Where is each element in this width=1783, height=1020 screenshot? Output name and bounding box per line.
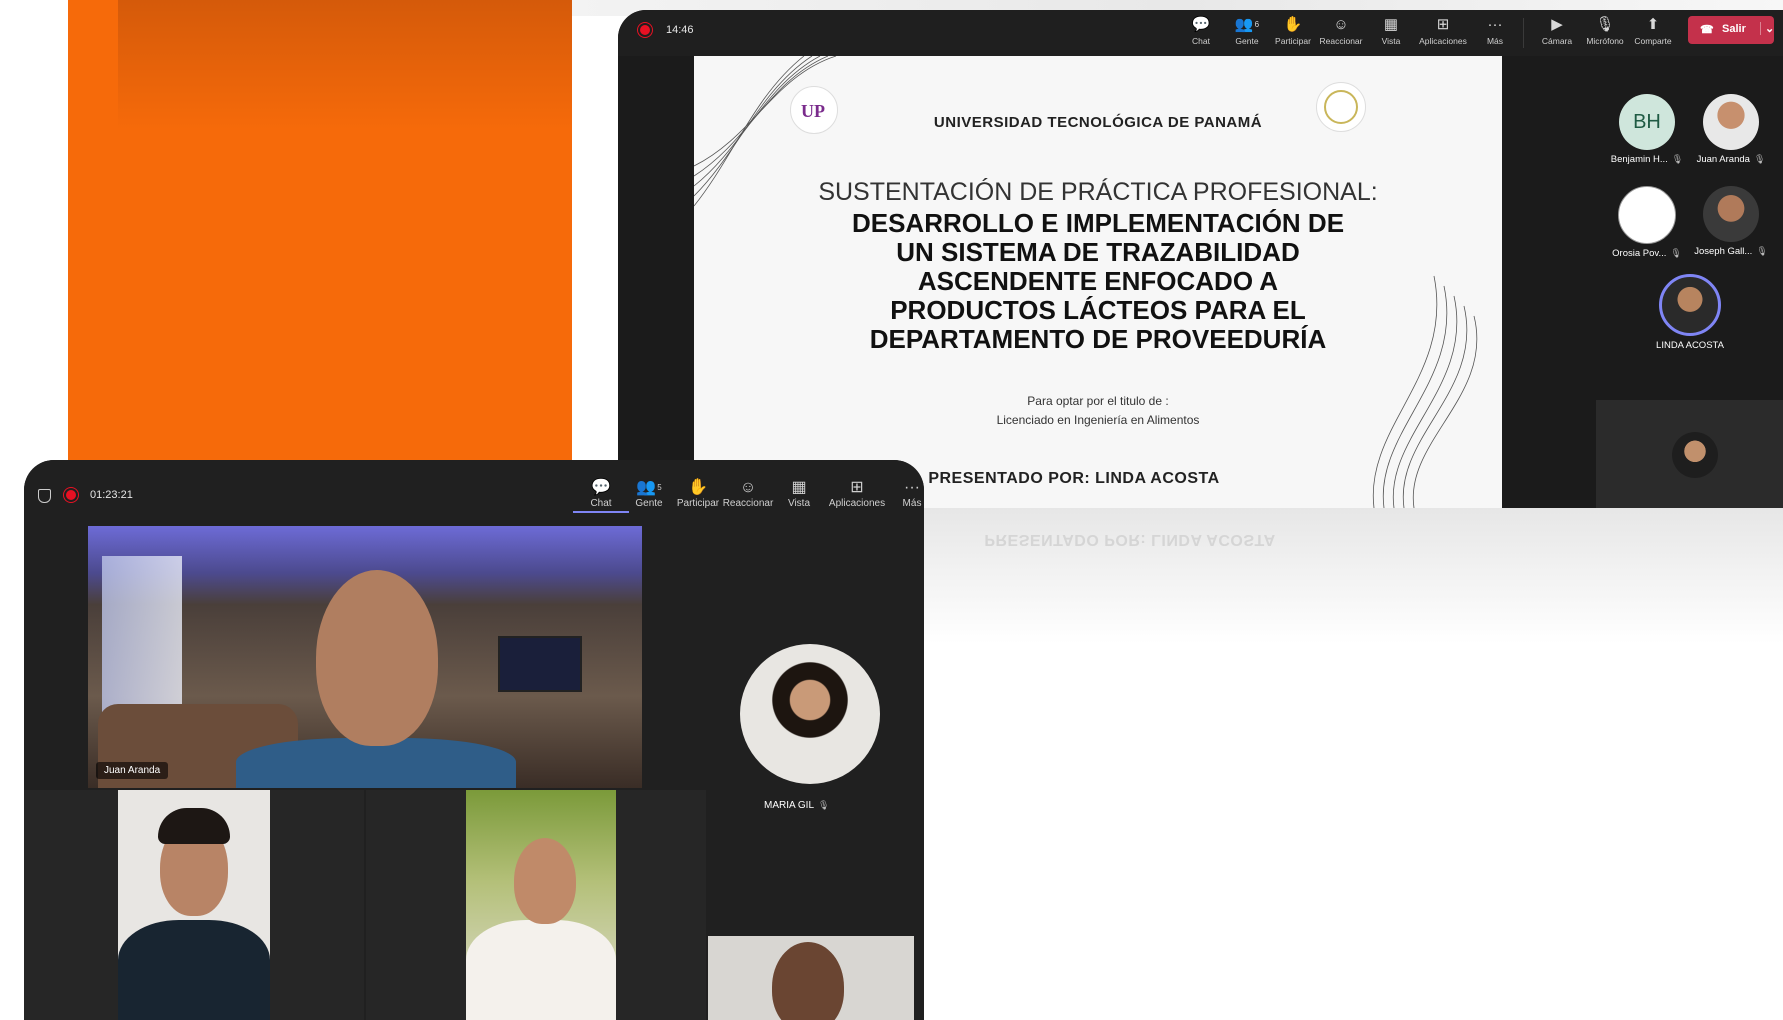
meeting-timer: 01:23:21 bbox=[90, 489, 133, 501]
mic-off-icon: 🎙 bbox=[818, 800, 830, 810]
person-body bbox=[466, 920, 616, 1020]
person-head bbox=[316, 570, 438, 746]
leave-button[interactable]: ☎ Salir ⌄ bbox=[1688, 16, 1774, 44]
participant-name-tag: Juan Aranda bbox=[96, 762, 169, 779]
video-tile[interactable] bbox=[708, 936, 914, 1020]
reflected-presenter-text: PRESENTADO POR: LINDA ACOSTA bbox=[984, 531, 1276, 548]
view-icon: ▦ bbox=[1383, 16, 1399, 33]
chat-button[interactable]: 💬 Chat bbox=[1176, 14, 1226, 46]
react-icon: ☺ bbox=[739, 479, 757, 496]
react-button[interactable]: ☺ Reaccionar bbox=[1316, 14, 1366, 46]
camera-off-icon: ▶ bbox=[1551, 16, 1563, 33]
people-button[interactable]: 👥5 Gente bbox=[621, 478, 677, 509]
apps-icon: ⊞ bbox=[1436, 16, 1450, 33]
participant-video-bubble[interactable] bbox=[740, 644, 880, 784]
avatar bbox=[1672, 432, 1718, 478]
people-icon: 👥5 bbox=[636, 479, 662, 496]
participant-name: MARIA GIL 🎙 bbox=[764, 800, 830, 811]
mic-off-icon: 🎙 bbox=[1753, 154, 1766, 164]
chevron-down-icon[interactable]: ⌄ bbox=[1760, 22, 1774, 35]
phone-hangup-icon: ☎ bbox=[1700, 24, 1714, 36]
react-button[interactable]: ☺ Reaccionar bbox=[720, 478, 776, 509]
apps-icon: ⊞ bbox=[850, 479, 864, 496]
recording-icon bbox=[640, 25, 650, 35]
raise-hand-button[interactable]: ✋ Participar bbox=[1268, 14, 1318, 46]
video-tile[interactable] bbox=[366, 790, 706, 1020]
participant-tile[interactable]: Juan Aranda 🎙 bbox=[1686, 94, 1776, 165]
share-icon: ⬆ bbox=[1646, 16, 1660, 33]
mic-off-icon: 🎙 bbox=[1595, 16, 1615, 33]
video-feed bbox=[466, 790, 616, 1020]
slide-title: DESARROLLO E IMPLEMENTACIÓN DE UN SISTEM… bbox=[851, 208, 1345, 354]
avatar bbox=[1703, 186, 1759, 242]
avatar bbox=[1618, 186, 1676, 244]
camera-button[interactable]: ▶ Cámara bbox=[1532, 14, 1582, 46]
self-video-tile[interactable] bbox=[1596, 400, 1783, 508]
slide-degree-text: Para optar por el titulo de : Licenciado… bbox=[996, 394, 1200, 427]
room-tv bbox=[498, 636, 582, 692]
avatar bbox=[1659, 274, 1721, 336]
video-tile[interactable] bbox=[24, 790, 364, 1020]
slide-university-name: UNIVERSIDAD TECNOLÓGICA DE PANAMÁ bbox=[933, 114, 1263, 131]
raise-hand-button[interactable]: ✋ Participar bbox=[670, 478, 726, 509]
toolbar-divider bbox=[1523, 18, 1524, 48]
more-icon: ··· bbox=[1487, 16, 1503, 33]
avatar: BH bbox=[1619, 94, 1675, 150]
meeting-timer: 14:46 bbox=[666, 24, 694, 36]
shield-icon bbox=[38, 489, 51, 503]
video-feed bbox=[118, 790, 270, 1020]
react-icon: ☺ bbox=[1333, 16, 1349, 33]
slide-subtitle: SUSTENTACIÓN DE PRÁCTICA PROFESIONAL: bbox=[818, 178, 1378, 206]
view-button[interactable]: ▦ Vista bbox=[771, 478, 827, 509]
meeting-window-gallery: 01:23:21 💬 Chat 👥5 Gente ✋ Participar ☺ … bbox=[24, 460, 924, 1020]
participant-tile[interactable]: BH Benjamin H... 🎙 bbox=[1602, 94, 1692, 165]
share-button[interactable]: ⬆ Comparte bbox=[1628, 14, 1678, 46]
chat-icon: 💬 bbox=[1191, 16, 1211, 33]
mic-off-icon: 🎙 bbox=[1756, 246, 1768, 256]
person-hair bbox=[158, 808, 230, 844]
people-icon: 👥6 bbox=[1234, 16, 1260, 33]
avatar bbox=[1703, 94, 1759, 150]
more-icon: ··· bbox=[904, 479, 920, 496]
view-button[interactable]: ▦ Vista bbox=[1366, 14, 1416, 46]
person-head bbox=[772, 942, 844, 1020]
video-tile-main[interactable]: Juan Aranda bbox=[88, 526, 642, 788]
mic-off-icon: 🎙 bbox=[1670, 248, 1682, 258]
recording-icon bbox=[66, 490, 76, 500]
participant-tile[interactable]: Orosia Pov... 🎙 bbox=[1602, 186, 1692, 259]
shared-presentation-slide: UP UNIVERSIDAD TECNOLÓGICA DE PANAMÁ SUS… bbox=[694, 56, 1502, 508]
meeting-toolbar: 14:46 💬 Chat 👥6 Gente ✋ Participar ☺ Rea… bbox=[618, 10, 1783, 56]
participant-tile-speaking[interactable]: LINDA ACOSTA bbox=[1640, 274, 1740, 351]
apps-button[interactable]: ⊞ Aplicaciones bbox=[824, 478, 890, 509]
more-button[interactable]: ··· Más bbox=[1470, 14, 1520, 46]
more-button[interactable]: ··· Más bbox=[892, 478, 924, 509]
microphone-button[interactable]: 🎙 Micrófono bbox=[1580, 14, 1630, 46]
view-icon: ▦ bbox=[791, 479, 807, 496]
orange-panel-shadow bbox=[118, 0, 572, 130]
raise-hand-icon: ✋ bbox=[688, 479, 708, 496]
mic-off-icon: 🎙 bbox=[1671, 154, 1684, 164]
meeting-toolbar: 01:23:21 💬 Chat 👥5 Gente ✋ Participar ☺ … bbox=[24, 460, 924, 524]
person-head bbox=[514, 838, 576, 924]
meeting-window-presentation: 14:46 💬 Chat 👥6 Gente ✋ Participar ☺ Rea… bbox=[618, 10, 1783, 508]
room-window bbox=[102, 556, 182, 726]
people-button[interactable]: 👥6 Gente bbox=[1222, 14, 1272, 46]
raise-hand-icon: ✋ bbox=[1283, 16, 1303, 33]
apps-button[interactable]: ⊞ Aplicaciones bbox=[1418, 14, 1468, 46]
participant-tile[interactable]: Joseph Gall... 🎙 bbox=[1686, 186, 1776, 257]
person-body bbox=[118, 920, 270, 1020]
